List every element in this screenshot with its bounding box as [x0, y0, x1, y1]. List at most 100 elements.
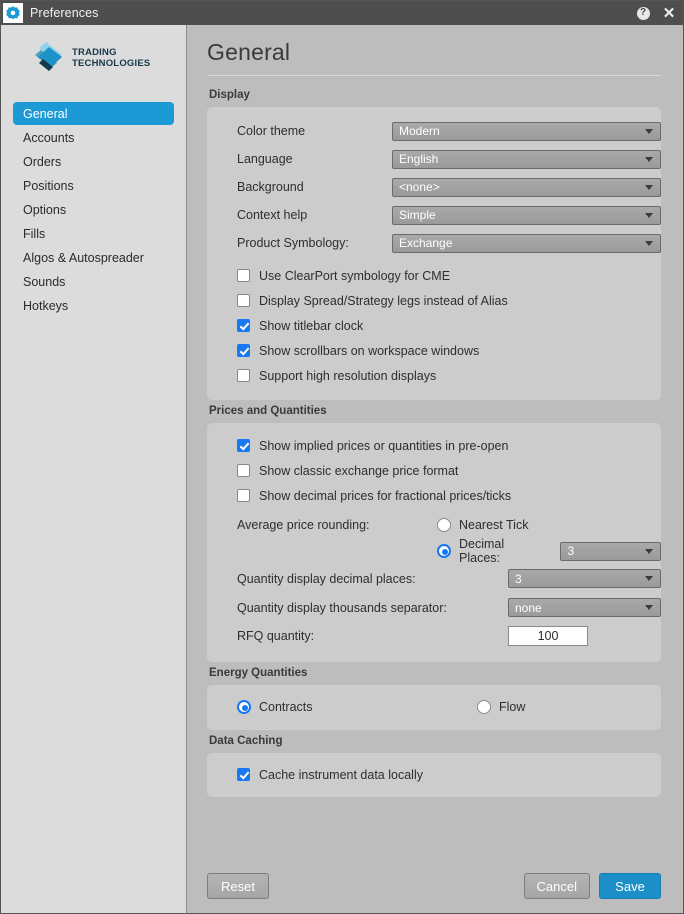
checkbox-display-spread-legs[interactable]: Display Spread/Strategy legs instead of …: [207, 288, 661, 313]
radio-decimal-places[interactable]: Decimal Places:: [437, 537, 543, 565]
close-icon: ✕: [662, 4, 676, 22]
section-header-display: Display: [209, 89, 250, 101]
qty-thousands-separator-row: Quantity display thousands separator: no…: [207, 593, 661, 622]
language-dropdown[interactable]: English: [392, 149, 661, 169]
dropdown-value: English: [399, 152, 439, 166]
checkbox-icon: [237, 489, 250, 502]
chevron-down-icon: [645, 156, 653, 162]
help-icon: ?: [636, 6, 650, 20]
help-button[interactable]: ?: [635, 5, 651, 21]
radio-icon: [437, 544, 451, 558]
radio-nearest-tick[interactable]: Nearest Tick: [437, 518, 528, 532]
checkbox-show-implied-prices[interactable]: Show implied prices or quantities in pre…: [207, 433, 661, 458]
radio-icon: [237, 700, 251, 714]
sidebar-item-accounts[interactable]: Accounts: [13, 126, 174, 149]
sidebar-item-label: Sounds: [23, 274, 66, 289]
display-panel: Color theme Modern Language English Back…: [207, 107, 661, 400]
checkbox-label: Show implied prices or quantities in pre…: [259, 438, 509, 453]
checkbox-high-resolution-displays[interactable]: Support high resolution displays: [207, 363, 661, 388]
checkbox-icon: [237, 464, 250, 477]
checkbox-icon: [237, 439, 250, 452]
checkbox-show-titlebar-clock[interactable]: Show titlebar clock: [207, 313, 661, 338]
sidebar-item-options[interactable]: Options: [13, 198, 174, 221]
checkbox-icon: [237, 319, 250, 332]
sidebar-item-algos-autospreader[interactable]: Algos & Autospreader: [13, 246, 174, 269]
titlebar: Preferences ? ✕: [1, 1, 683, 25]
product-symbology-dropdown[interactable]: Exchange: [392, 233, 661, 253]
dropdown-value: Modern: [399, 124, 440, 138]
sidebar-item-general[interactable]: General: [13, 102, 174, 125]
save-button[interactable]: Save: [599, 873, 661, 899]
energy-options-row: Contracts Flow: [207, 694, 661, 720]
prices-quantities-panel: Show implied prices or quantities in pre…: [207, 423, 661, 662]
average-price-rounding-label: Average price rounding:: [237, 518, 370, 532]
dropdown-value: none: [515, 600, 542, 615]
checkbox-cache-instrument-data[interactable]: Cache instrument data locally: [207, 762, 661, 787]
radio-label: Nearest Tick: [459, 518, 529, 532]
reset-button[interactable]: Reset: [207, 873, 269, 899]
checkbox-label: Show decimal prices for fractional price…: [259, 488, 512, 503]
dropdown-value: 3: [567, 544, 575, 558]
field-language: Language English: [207, 145, 661, 173]
checkbox-icon: [237, 294, 250, 307]
checkbox-show-scrollbars[interactable]: Show scrollbars on workspace windows: [207, 338, 661, 363]
title-divider: [207, 75, 661, 76]
checkbox-classic-exchange-price-format[interactable]: Show classic exchange price format: [207, 458, 661, 483]
field-label: Context help: [237, 208, 308, 222]
background-dropdown[interactable]: <none>: [392, 177, 661, 197]
color-theme-dropdown[interactable]: Modern: [392, 121, 661, 141]
field-product-symbology: Product Symbology: Exchange: [207, 229, 661, 257]
sidebar-item-label: Positions: [23, 178, 74, 193]
checkbox-icon: [237, 344, 250, 357]
field-label: Product Symbology:: [237, 236, 349, 250]
section-header-data-caching: Data Caching: [209, 735, 283, 747]
sidebar-item-fills[interactable]: Fills: [13, 222, 174, 245]
rfq-quantity-input[interactable]: 100: [508, 626, 588, 646]
dropdown-value: <none>: [399, 180, 440, 194]
checkbox-label: Support high resolution displays: [259, 368, 437, 383]
chevron-down-icon: [645, 548, 653, 554]
qty-thousands-separator-dropdown[interactable]: none: [508, 598, 661, 617]
chevron-down-icon: [645, 128, 653, 134]
checkbox-use-clearport-symbology[interactable]: Use ClearPort symbology for CME: [207, 263, 661, 288]
decimal-places-row: Decimal Places: 3: [207, 537, 661, 565]
sidebar-item-label: Algos & Autospreader: [23, 250, 144, 265]
field-label: Color theme: [237, 124, 306, 138]
chevron-down-icon: [645, 184, 653, 190]
checkbox-label: Show scrollbars on workspace windows: [259, 343, 480, 358]
chevron-down-icon: [645, 240, 653, 246]
context-help-dropdown[interactable]: Simple: [392, 205, 661, 225]
checkbox-label: Show titlebar clock: [259, 318, 364, 333]
checkbox-label: Show classic exchange price format: [259, 463, 459, 478]
sidebar-item-label: Orders: [23, 154, 62, 169]
sidebar-item-label: Fills: [23, 226, 46, 241]
rfq-quantity-row: RFQ quantity: 100: [207, 622, 661, 650]
sidebar-item-sounds[interactable]: Sounds: [13, 270, 174, 293]
energy-quantities-panel: Contracts Flow: [207, 685, 661, 730]
qty-decimal-places-dropdown[interactable]: 3: [508, 569, 661, 588]
section-header-prices-quantities: Prices and Quantities: [209, 405, 327, 417]
checkbox-decimal-prices-fractional[interactable]: Show decimal prices for fractional price…: [207, 483, 661, 508]
sidebar-item-positions[interactable]: Positions: [13, 174, 174, 197]
radio-flow[interactable]: Flow: [477, 700, 525, 714]
sidebar-item-orders[interactable]: Orders: [13, 150, 174, 173]
footer-right-buttons: Cancel Save: [523, 873, 661, 899]
checkbox-label: Display Spread/Strategy legs instead of …: [259, 293, 508, 308]
dropdown-value: Simple: [399, 208, 436, 222]
checkbox-icon: [237, 768, 250, 781]
cancel-button[interactable]: Cancel: [523, 873, 590, 899]
gear-icon: [3, 3, 23, 23]
decimal-places-dropdown[interactable]: 3: [560, 541, 661, 561]
sidebar-item-hotkeys[interactable]: Hotkeys: [13, 294, 174, 317]
sidebar-nav: General Accounts Orders Positions Option…: [1, 102, 186, 318]
brand-logo: TRADING TECHNOLOGIES: [1, 25, 186, 91]
sidebar-item-label: Accounts: [23, 130, 75, 145]
radio-icon: [437, 518, 451, 532]
brand-line-1: TRADING: [72, 47, 117, 58]
checkbox-label: Use ClearPort symbology for CME: [259, 268, 451, 283]
close-button[interactable]: ✕: [661, 5, 677, 21]
field-background: Background <none>: [207, 173, 661, 201]
radio-contracts[interactable]: Contracts: [237, 700, 477, 714]
radio-label: Flow: [499, 700, 526, 714]
sidebar-item-label: Hotkeys: [23, 298, 69, 313]
